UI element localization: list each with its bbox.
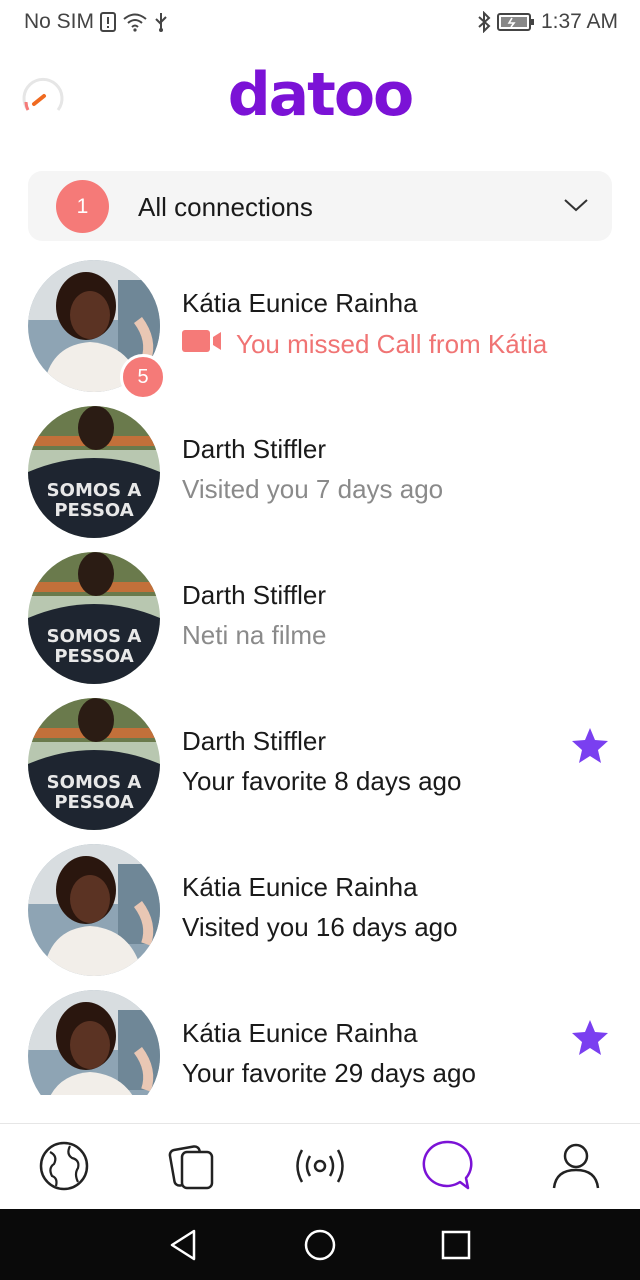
contact-subtitle: Your favorite 8 days ago — [182, 766, 462, 796]
globe-icon — [38, 1140, 90, 1197]
system-nav-bar — [0, 1209, 640, 1280]
battery-icon — [496, 12, 535, 32]
tab-profile[interactable] — [548, 1140, 604, 1196]
sim-alert-icon — [100, 12, 117, 32]
avatar[interactable]: SOMOS A PESSOA — [28, 698, 160, 830]
list-item[interactable]: SOMOS A PESSOA Darth Stiffler Your favor… — [0, 688, 640, 834]
usb-icon — [154, 11, 168, 33]
contact-subtitle: You missed Call from Kátia — [182, 328, 547, 361]
connections-list[interactable]: 5 Kátia Eunice Rainha You missed Call fr… — [0, 250, 640, 1095]
connections-filter-dropdown[interactable]: 1 All connections — [28, 171, 612, 241]
chevron-down-icon — [562, 195, 590, 215]
svg-text:SOMOS A: SOMOS A — [47, 626, 142, 647]
contact-name: Kátia Eunice Rainha — [182, 872, 418, 902]
list-item[interactable]: Kátia Eunice Rainha Visited you 16 days … — [0, 834, 640, 980]
status-left: No SIM — [24, 10, 168, 34]
contact-name: Kátia Eunice Rainha — [182, 288, 418, 318]
contact-subtitle: Your favorite 29 days ago — [182, 1058, 476, 1088]
missed-call-text: You missed Call from Kátia — [236, 329, 548, 359]
cards-icon — [166, 1140, 218, 1197]
svg-text:SOMOS A: SOMOS A — [47, 772, 142, 793]
broadcast-icon — [292, 1140, 348, 1197]
avatar[interactable]: SOMOS A PESSOA — [28, 406, 160, 538]
list-item[interactable]: Kátia Eunice Rainha Your favorite 29 day… — [0, 980, 640, 1095]
tab-live[interactable] — [292, 1140, 348, 1196]
profile-icon — [550, 1140, 602, 1197]
contact-subtitle: Visited you 16 days ago — [182, 912, 458, 942]
avatar[interactable] — [28, 844, 160, 976]
bluetooth-icon — [477, 11, 491, 33]
svg-text:PESSOA: PESSOA — [54, 646, 133, 667]
chat-icon — [420, 1138, 476, 1199]
tab-encounters[interactable] — [164, 1140, 220, 1196]
contact-subtitle: Visited you 7 days ago — [182, 474, 444, 504]
filter-label: All connections — [138, 192, 313, 222]
carrier-label: No SIM — [24, 10, 95, 33]
tab-chats[interactable] — [420, 1140, 476, 1196]
svg-text:PESSOA: PESSOA — [54, 792, 133, 813]
list-item[interactable]: SOMOS A PESSOA Darth Stiffler Visited yo… — [0, 396, 640, 542]
recents-icon[interactable] — [438, 1227, 474, 1263]
clock: 1:37 AM — [540, 10, 618, 33]
contact-name: Darth Stiffler — [182, 580, 327, 610]
filter-count-badge: 1 — [56, 180, 109, 233]
app-header: datoo — [0, 56, 640, 140]
home-icon[interactable] — [302, 1227, 338, 1263]
wifi-icon — [122, 12, 148, 32]
contact-subtitle: Neti na filme — [182, 620, 327, 650]
video-icon — [182, 328, 222, 361]
svg-text:PESSOA: PESSOA — [54, 500, 133, 521]
contact-name: Kátia Eunice Rainha — [182, 1018, 418, 1048]
list-item[interactable]: 5 Kátia Eunice Rainha You missed Call fr… — [0, 250, 640, 400]
status-right: 1:37 AM — [477, 10, 618, 34]
contact-name: Darth Stiffler — [182, 434, 327, 464]
datoo-logo: datoo — [227, 60, 415, 130]
favorite-star-icon[interactable] — [570, 726, 610, 766]
back-icon[interactable] — [166, 1227, 202, 1263]
tab-discover[interactable] — [36, 1140, 92, 1196]
list-item[interactable]: SOMOS A PESSOA Darth Stiffler Neti na fi… — [0, 542, 640, 688]
contact-name: Darth Stiffler — [182, 726, 327, 756]
avatar[interactable] — [28, 990, 160, 1095]
svg-text:SOMOS A: SOMOS A — [47, 480, 142, 501]
bottom-tab-bar — [0, 1123, 640, 1209]
avatar[interactable]: SOMOS A PESSOA — [28, 552, 160, 684]
favorite-star-icon[interactable] — [570, 1018, 610, 1058]
status-bar: No SIM 1:37 AM — [0, 0, 640, 44]
unread-count-badge: 5 — [120, 354, 166, 400]
